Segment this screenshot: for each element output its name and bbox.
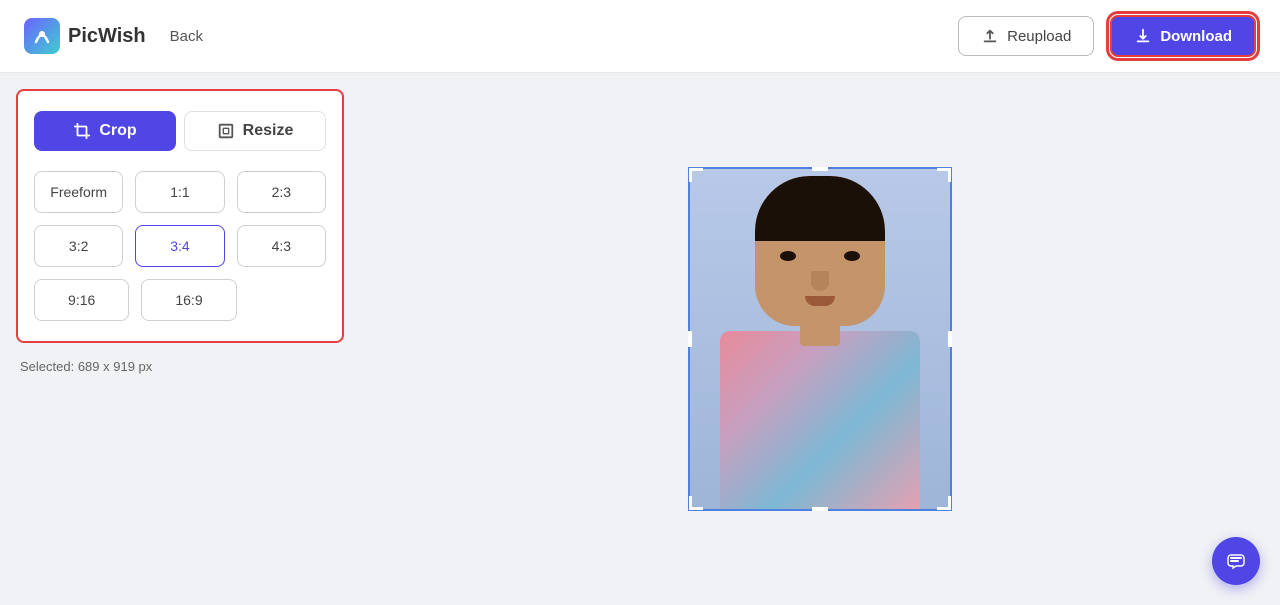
ratio-row-bottom: 9:16 16:9 — [34, 279, 326, 321]
tab-row: Crop Resize — [34, 111, 326, 151]
crop-tab-label: Crop — [99, 122, 136, 140]
image-container — [688, 167, 952, 511]
ratio-3-4[interactable]: 3:4 — [135, 225, 224, 267]
resize-tab[interactable]: Resize — [184, 111, 326, 151]
logo-area: PicWish — [24, 18, 146, 54]
ratio-1-1[interactable]: 1:1 — [135, 171, 224, 213]
nose — [811, 271, 829, 291]
hair — [755, 176, 885, 241]
right-eye — [844, 251, 860, 261]
picwish-logo-icon — [24, 18, 60, 54]
sidebar: Crop Resize Freeform 1:1 2:3 3:2 3:4 4:3 — [0, 73, 360, 605]
reupload-button[interactable]: Reupload — [958, 16, 1094, 56]
head — [755, 176, 885, 326]
ratio-16-9[interactable]: 16:9 — [141, 279, 236, 321]
crop-panel: Crop Resize Freeform 1:1 2:3 3:2 3:4 4:3 — [16, 89, 344, 343]
selected-info: Selected: 689 x 919 px — [16, 359, 344, 374]
reupload-icon — [981, 27, 999, 45]
reupload-label: Reupload — [1007, 28, 1071, 45]
chat-fab[interactable] — [1212, 537, 1260, 585]
ratio-grid: Freeform 1:1 2:3 3:2 3:4 4:3 — [34, 171, 326, 267]
person-bg — [688, 167, 952, 511]
resize-icon — [217, 122, 235, 140]
brand-name: PicWish — [68, 25, 146, 48]
back-button[interactable]: Back — [170, 28, 203, 45]
ratio-3-2[interactable]: 3:2 — [34, 225, 123, 267]
header: PicWish Back Reupload Download — [0, 0, 1280, 73]
main-layout: Crop Resize Freeform 1:1 2:3 3:2 3:4 4:3 — [0, 73, 1280, 605]
content-area — [360, 73, 1280, 605]
shirt — [720, 331, 920, 511]
photo-wrapper — [688, 167, 952, 511]
crop-tab[interactable]: Crop — [34, 111, 176, 151]
eyes — [780, 251, 860, 261]
ratio-freeform[interactable]: Freeform — [34, 171, 123, 213]
ratio-2-3[interactable]: 2:3 — [237, 171, 326, 213]
crop-icon — [73, 122, 91, 140]
ratio-4-3[interactable]: 4:3 — [237, 225, 326, 267]
chat-fab-icon — [1223, 548, 1249, 574]
resize-tab-label: Resize — [243, 122, 294, 140]
download-label: Download — [1160, 28, 1232, 45]
download-icon — [1134, 27, 1152, 45]
ratio-9-16[interactable]: 9:16 — [34, 279, 129, 321]
left-eye — [780, 251, 796, 261]
download-button[interactable]: Download — [1110, 15, 1256, 57]
header-actions: Reupload Download — [958, 15, 1256, 57]
mouth — [805, 296, 835, 306]
